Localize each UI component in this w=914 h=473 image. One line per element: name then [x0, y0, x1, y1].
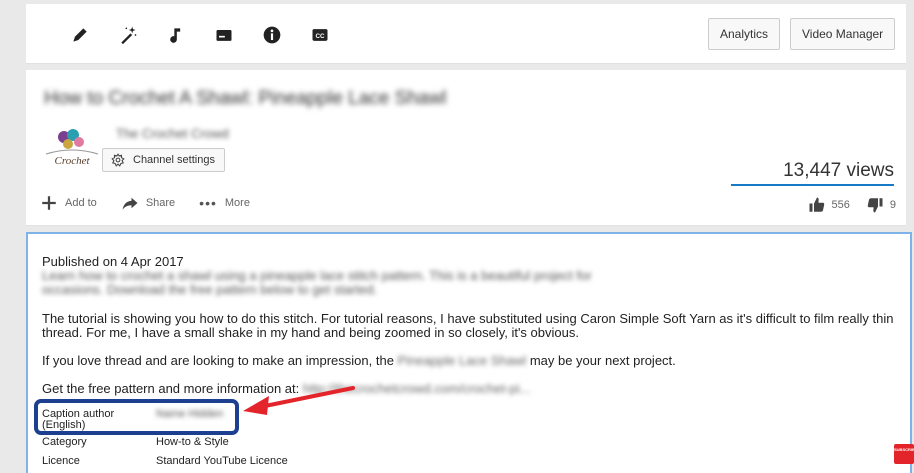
- analytics-button[interactable]: Analytics: [708, 18, 781, 50]
- card-icon[interactable]: [200, 22, 248, 48]
- more-dots-icon: •••: [199, 195, 217, 211]
- view-count: 13,447 views: [783, 160, 894, 181]
- caption-author-highlight: [34, 399, 239, 435]
- thumbs-down-icon: [867, 198, 883, 213]
- dislike-button[interactable]: 9: [866, 196, 896, 214]
- more-button[interactable]: ••• More: [199, 195, 250, 211]
- paragraph-text: If you love thread and are looking to ma…: [42, 353, 398, 368]
- video-manager-button[interactable]: Video Manager: [790, 18, 896, 50]
- enhancement-tools: CC: [56, 22, 344, 48]
- published-date: Published on 4 Apr 2017: [42, 254, 184, 269]
- editor-toolbar: CC Analytics Video Manager: [26, 4, 906, 64]
- description-paragraph: Get the free pattern and more informatio…: [42, 382, 902, 396]
- subscribe-badge[interactable]: SUBSCRIBE: [894, 444, 914, 464]
- description-paragraph: The tutorial is showing you how to do th…: [42, 311, 894, 340]
- add-to-button[interactable]: Add to: [40, 194, 97, 212]
- description-card[interactable]: Published on 4 Apr 2017 Learn how to cro…: [26, 232, 912, 473]
- svg-text:CC: CC: [315, 33, 325, 40]
- description-blurred-line: Learn how to crochet a shawl using a pin…: [42, 268, 592, 283]
- action-row: Add to Share ••• More: [40, 194, 274, 212]
- licence-label: Licence: [42, 455, 80, 467]
- channel-name[interactable]: The Crochet Crowd: [116, 126, 229, 141]
- paragraph-text: may be your next project.: [526, 353, 676, 368]
- thumbs-up-icon: [809, 197, 824, 212]
- logo-text: Crochet: [54, 155, 90, 167]
- add-to-label: Add to: [65, 197, 97, 209]
- category-value[interactable]: How-to & Style: [156, 437, 229, 448]
- like-count: 556: [831, 199, 850, 211]
- like-dislike-group: 556 9: [808, 196, 896, 214]
- share-button[interactable]: Share: [121, 194, 175, 212]
- red-arrow-icon: [243, 386, 355, 415]
- pencil-icon[interactable]: [56, 22, 104, 48]
- channel-logo[interactable]: Crochet: [42, 124, 102, 174]
- views-bar: [731, 184, 894, 186]
- closed-caption-icon[interactable]: CC: [296, 22, 344, 48]
- magic-wand-icon[interactable]: [104, 22, 152, 48]
- info-icon[interactable]: [248, 22, 296, 48]
- video-title: How to Crochet A Shawl: Pineapple Lace S…: [44, 88, 447, 109]
- share-label: Share: [145, 197, 176, 209]
- licence-value: Standard YouTube Licence: [156, 455, 288, 467]
- channel-settings-button[interactable]: Channel settings: [102, 148, 225, 172]
- dislike-count: 9: [889, 199, 896, 211]
- music-note-icon[interactable]: [152, 22, 200, 48]
- blurred-link: Pineapple Lace Shawl: [397, 353, 527, 368]
- description-paragraph: If you love thread and are looking to ma…: [42, 354, 902, 368]
- gear-icon: [111, 153, 125, 167]
- more-label: More: [224, 197, 250, 209]
- channel-settings-label: Channel settings: [133, 154, 215, 166]
- share-arrow-icon: [122, 197, 138, 210]
- video-info-card: How to Crochet A Shawl: Pineapple Lace S…: [26, 70, 906, 226]
- plus-icon: [42, 196, 56, 210]
- category-label: Category: [42, 436, 87, 448]
- like-button[interactable]: 556: [808, 196, 850, 214]
- description-blurred-line: occasions. Download the free pattern bel…: [42, 282, 378, 297]
